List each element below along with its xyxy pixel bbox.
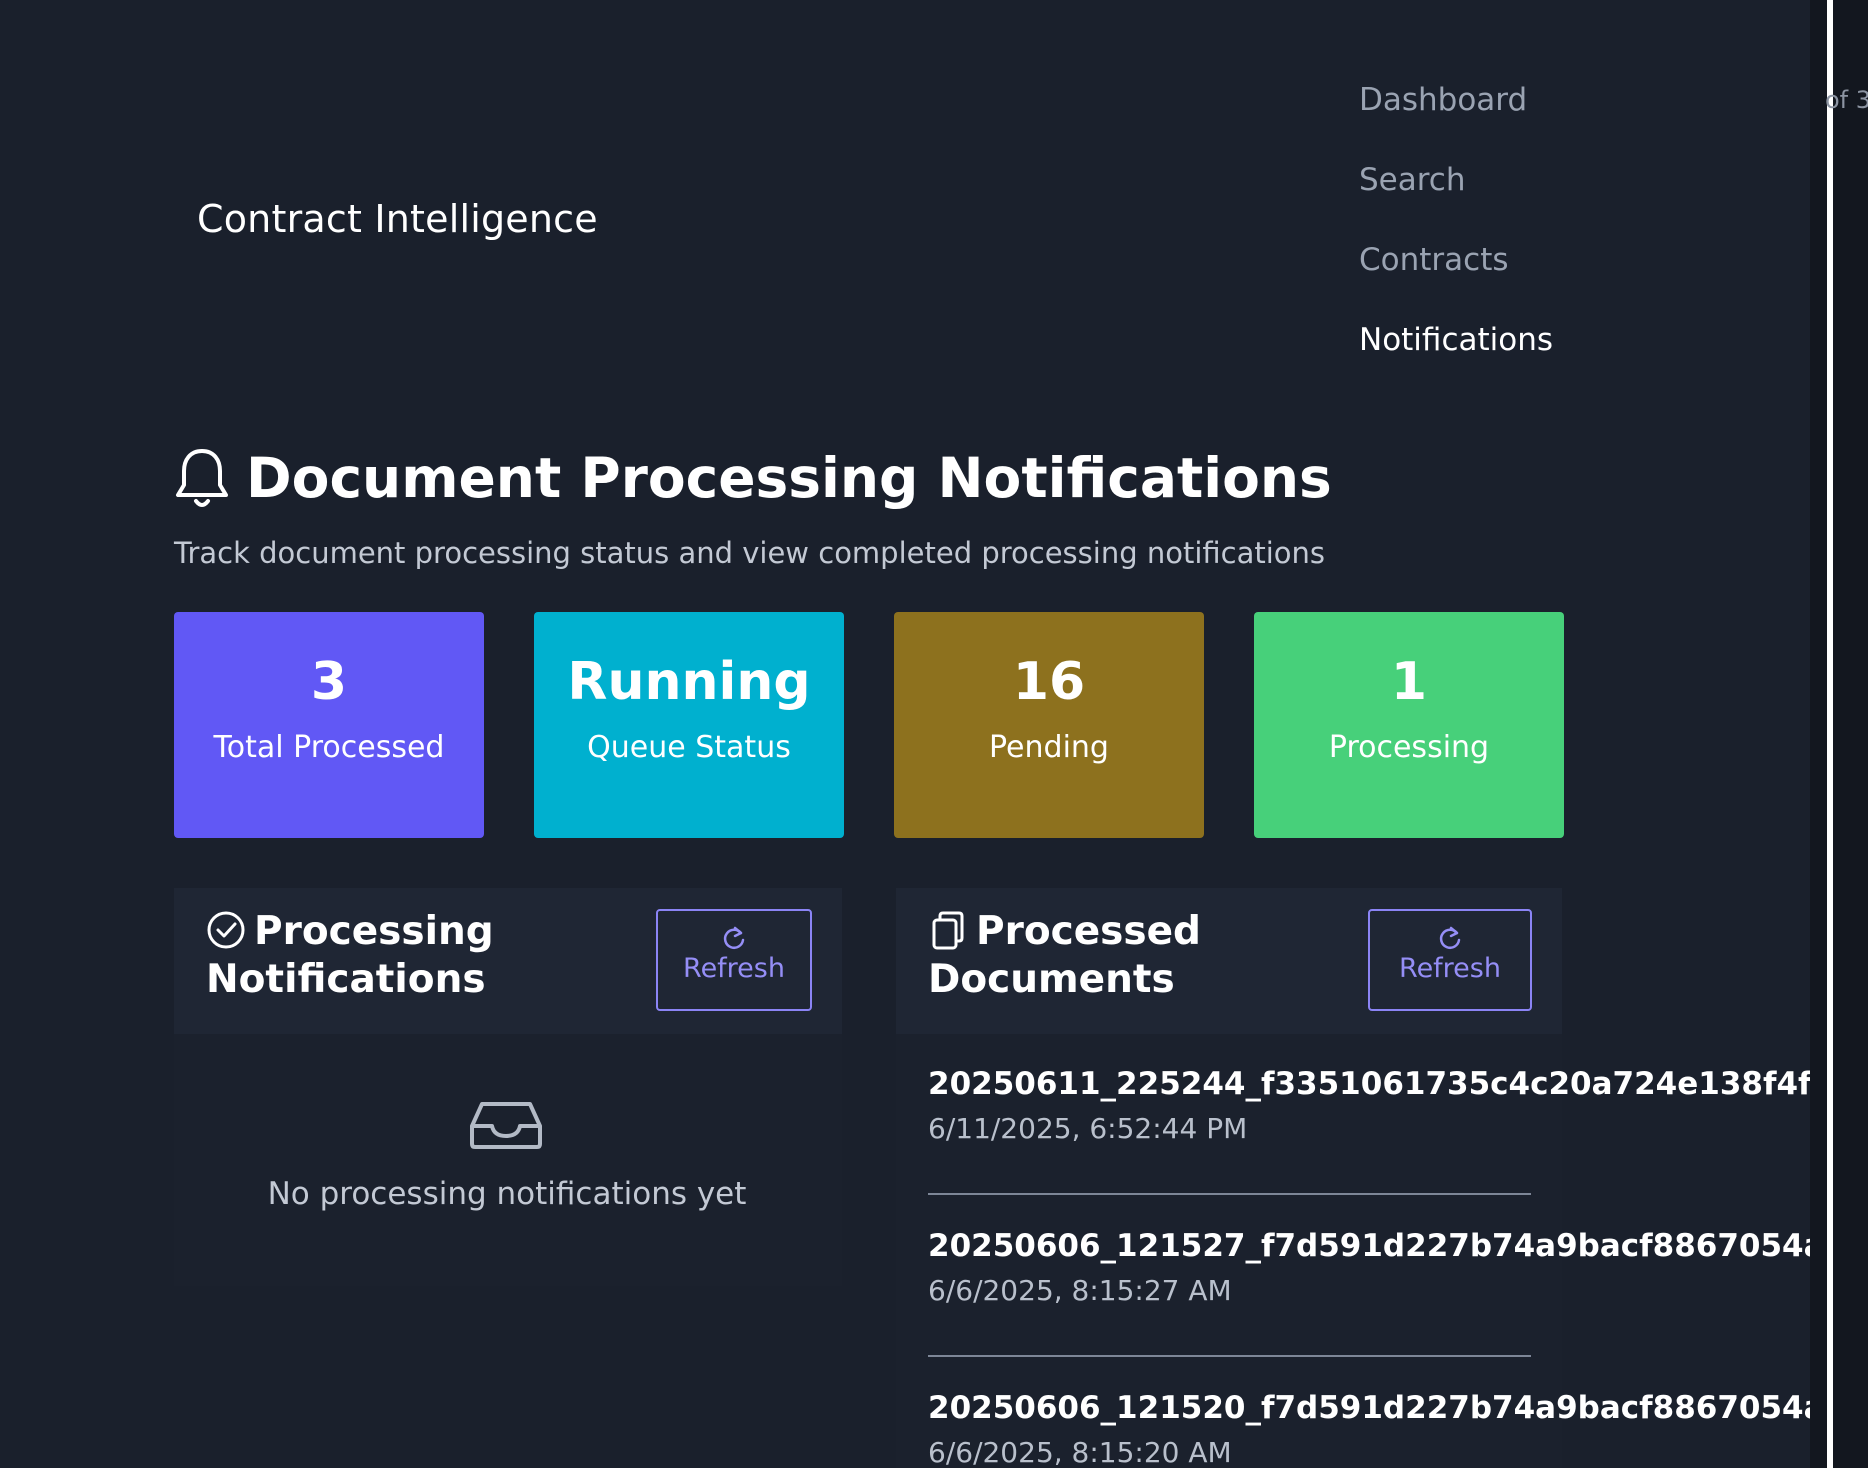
refresh-label: Refresh <box>683 953 785 984</box>
page-title: Document Processing Notifications <box>246 446 1332 510</box>
window-divider <box>1827 0 1833 1468</box>
panel-title-line2: Documents <box>928 957 1175 1002</box>
stat-value: 1 <box>1390 652 1428 712</box>
stat-value: Running <box>567 652 811 712</box>
document-item[interactable]: 20250611_225244_f3351061735c4c20a724e138… <box>928 1066 1810 1145</box>
stat-label: Processing <box>1328 730 1490 765</box>
page-header: Document Processing Notifications <box>174 445 1332 511</box>
documents-panel-header: Processed Documents Refresh <box>896 888 1562 1034</box>
stat-card-total-processed: 3 Total Processed <box>174 612 484 838</box>
document-date: 6/11/2025, 6:52:44 PM <box>928 1112 1248 1145</box>
document-item[interactable]: 20250606_121527_f7d591d227b74a9bacf88670… <box>928 1228 1810 1307</box>
divider <box>928 1355 1531 1357</box>
document-date: 6/6/2025, 8:15:20 AM <box>928 1436 1232 1468</box>
stat-card-pending: 16 Pending <box>894 612 1204 838</box>
panel-title-line1: Processed <box>976 909 1201 954</box>
files-icon <box>932 911 964 950</box>
panel-title-line2: Notifications <box>206 957 486 1002</box>
documents-panel-title: Processed Documents <box>928 908 1201 1004</box>
notifications-panel-header: Processing Notifications Refresh <box>174 888 842 1034</box>
refresh-documents-button[interactable]: Refresh <box>1368 909 1532 1011</box>
inbox-icon <box>470 1102 542 1149</box>
top-nav: Dashboard Search Contracts Notifications <box>1359 80 1553 400</box>
refresh-icon <box>723 926 745 949</box>
stat-value: 3 <box>310 652 348 712</box>
adjacent-window-edge <box>1810 0 1868 1468</box>
stat-card-processing: 1 Processing <box>1254 612 1564 838</box>
nav-item-dashboard[interactable]: Dashboard <box>1359 80 1553 160</box>
refresh-icon <box>1439 926 1461 949</box>
divider <box>928 1193 1531 1195</box>
main-view: Contract Intelligence Dashboard Search C… <box>0 0 1810 1468</box>
page-subtitle: Track document processing status and vie… <box>174 536 1326 570</box>
notifications-panel-title: Processing Notifications <box>206 908 494 1004</box>
adjacent-window-text: of 3 <box>1825 86 1868 114</box>
app-brand[interactable]: Contract Intelligence <box>197 197 598 241</box>
check-circle-icon <box>207 911 245 949</box>
stat-label: Pending <box>989 730 1109 765</box>
notifications-panel-body: No processing notifications yet <box>174 1034 842 1286</box>
document-name: 20250611_225244_f3351061735c4c20a724e138… <box>928 1066 1810 1102</box>
document-name: 20250606_121520_f7d591d227b74a9bacf88670… <box>928 1390 1810 1426</box>
empty-state-text: No processing notifications yet <box>267 1176 747 1212</box>
nav-item-contracts[interactable]: Contracts <box>1359 240 1553 320</box>
refresh-label: Refresh <box>1399 953 1501 984</box>
panel-title-line1: Processing <box>254 909 494 954</box>
nav-item-notifications[interactable]: Notifications <box>1359 320 1553 400</box>
refresh-notifications-button[interactable]: Refresh <box>656 909 812 1011</box>
document-date: 6/6/2025, 8:15:27 AM <box>928 1274 1232 1307</box>
stat-label: Total Processed <box>213 730 445 765</box>
stat-value: 16 <box>1012 652 1086 712</box>
nav-item-search[interactable]: Search <box>1359 160 1553 240</box>
stat-label: Queue Status <box>587 730 791 765</box>
document-name: 20250606_121527_f7d591d227b74a9bacf88670… <box>928 1228 1810 1264</box>
stat-card-queue-status: Running Queue Status <box>534 612 844 838</box>
bell-icon <box>176 449 228 507</box>
document-item[interactable]: 20250606_121520_f7d591d227b74a9bacf88670… <box>928 1390 1810 1468</box>
